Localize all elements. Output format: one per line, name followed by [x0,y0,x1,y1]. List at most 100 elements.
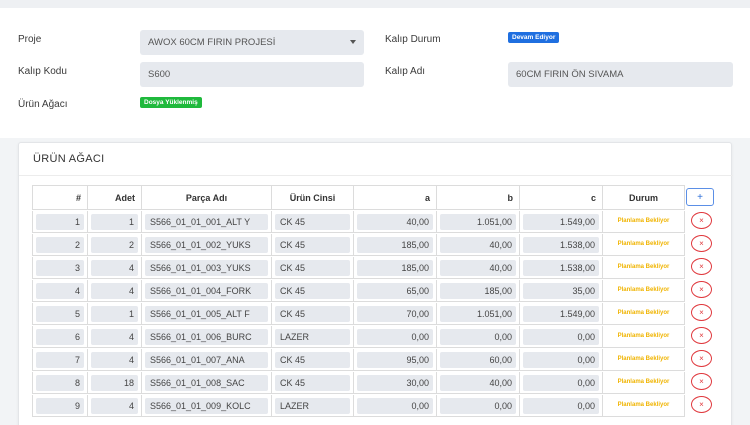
urun-cinsi-field[interactable]: LAZER [275,329,350,345]
row-number[interactable]: 2 [36,237,84,253]
a-field[interactable]: 40,00 [357,214,433,230]
b-field[interactable]: 60,00 [440,352,516,368]
table-row: 9 4 S566_01_01_009_KOLC LAZER 0,00 0,00 0,00 Pl… [32,394,721,417]
row-number[interactable]: 8 [36,375,84,391]
kalip-kodu-field[interactable]: S600 [140,62,364,87]
a-field[interactable]: 70,00 [357,306,433,322]
adet-field[interactable]: 4 [91,352,138,368]
adet-field[interactable]: 1 [91,306,138,322]
a-field[interactable]: 65,00 [357,283,433,299]
b-field[interactable]: 1.051,00 [440,214,516,230]
table-row: 4 4 S566_01_01_004_FORK CK 45 65,00 185,00 35,… [32,279,721,302]
b-field[interactable]: 40,00 [440,237,516,253]
delete-row-button[interactable]: × [691,396,712,413]
b-field[interactable]: 0,00 [440,329,516,345]
row-number[interactable]: 5 [36,306,84,322]
parca-adi-field[interactable]: S566_01_01_009_KOLC [145,398,268,414]
table-cell: S566_01_01_006_BURC [141,326,271,347]
b-field[interactable]: 40,00 [440,375,516,391]
adet-field[interactable]: 1 [91,214,138,230]
table-cell: CK 45 [271,303,353,324]
parca-adi-field[interactable]: S566_01_01_007_ANA [145,352,268,368]
row-number[interactable]: 4 [36,283,84,299]
table-cell: 1.538,00 [519,234,602,255]
parca-adi-field[interactable]: S566_01_01_002_YUKS [145,237,268,253]
a-field[interactable]: 0,00 [357,329,433,345]
urun-cinsi-field[interactable]: LAZER [275,398,350,414]
kalip-durum-badge: Devam Ediyor [508,32,560,43]
table-cell: 0,00 [436,326,519,347]
delete-row-button[interactable]: × [691,327,712,344]
parca-adi-field[interactable]: S566_01_01_004_FORK [145,283,268,299]
add-row-button[interactable]: + [686,188,714,206]
urun-cinsi-field[interactable]: CK 45 [275,214,350,230]
adet-field[interactable]: 2 [91,237,138,253]
table-cell: 1.549,00 [519,211,602,232]
c-field[interactable]: 0,00 [523,329,599,345]
row-number[interactable]: 7 [36,352,84,368]
adet-field[interactable]: 4 [91,329,138,345]
row-number[interactable]: 6 [36,329,84,345]
a-field[interactable]: 185,00 [357,237,433,253]
b-field[interactable]: 1.051,00 [440,306,516,322]
adet-field[interactable]: 18 [91,375,138,391]
table-row: 5 1 S566_01_01_005_ALT F CK 45 70,00 1.051,00… [32,302,721,325]
table-cell: CK 45 [271,280,353,301]
c-field[interactable]: 0,00 [523,398,599,414]
table-row: 1 1 S566_01_01_001_ALT Y CK 45 40,00 1.051,00… [32,210,721,233]
delete-row-button[interactable]: × [691,304,712,321]
table-cell: 4 [87,349,141,370]
delete-row-button[interactable]: × [691,235,712,252]
urun-cinsi-field[interactable]: CK 45 [275,237,350,253]
parca-adi-field[interactable]: S566_01_01_008_SAC [145,375,268,391]
col-header-durum: Durum [602,185,685,210]
c-field[interactable]: 1.538,00 [523,237,599,253]
close-icon: × [699,400,704,409]
row-number[interactable]: 3 [36,260,84,276]
c-field[interactable]: 35,00 [523,283,599,299]
table-cell: 35,00 [519,280,602,301]
table-cell: 65,00 [353,280,436,301]
delete-row-button[interactable]: × [691,373,712,390]
proje-select[interactable]: AWOX 60CM FIRIN PROJESİ [140,30,364,55]
adet-field[interactable]: 4 [91,283,138,299]
b-field[interactable]: 40,00 [440,260,516,276]
row-number[interactable]: 9 [36,398,84,414]
adet-field[interactable]: 4 [91,398,138,414]
c-field[interactable]: 1.549,00 [523,214,599,230]
a-field[interactable]: 185,00 [357,260,433,276]
parca-adi-field[interactable]: S566_01_01_006_BURC [145,329,268,345]
adet-field[interactable]: 4 [91,260,138,276]
a-field[interactable]: 30,00 [357,375,433,391]
parca-adi-field[interactable]: S566_01_01_001_ALT Y [145,214,268,230]
a-field[interactable]: 95,00 [357,352,433,368]
table-cell: S566_01_01_008_SAC [141,372,271,393]
durum-status: Planlama Bekliyor [617,241,670,247]
delete-row-button[interactable]: × [691,212,712,229]
kalip-adi-field[interactable]: 60CM FIRIN ÖN SIVAMA [508,62,733,87]
urun-cinsi-field[interactable]: CK 45 [275,260,350,276]
urun-cinsi-field[interactable]: CK 45 [275,375,350,391]
durum-cell: Planlama Bekliyor [602,395,685,416]
c-field[interactable]: 1.538,00 [523,260,599,276]
row-number[interactable]: 1 [36,214,84,230]
c-field[interactable]: 1.549,00 [523,306,599,322]
c-field[interactable]: 0,00 [523,375,599,391]
urun-cinsi-field[interactable]: CK 45 [275,283,350,299]
c-field[interactable]: 0,00 [523,352,599,368]
table-cell: 70,00 [353,303,436,324]
delete-row-button[interactable]: × [691,258,712,275]
a-field[interactable]: 0,00 [357,398,433,414]
delete-row-button[interactable]: × [691,281,712,298]
parca-adi-field[interactable]: S566_01_01_003_YUKS [145,260,268,276]
urun-cinsi-field[interactable]: CK 45 [275,306,350,322]
b-field[interactable]: 185,00 [440,283,516,299]
urun-cinsi-field[interactable]: CK 45 [275,352,350,368]
table-cell: S566_01_01_007_ANA [141,349,271,370]
table-cell: 4 [87,326,141,347]
table-cell: 9 [32,395,87,416]
b-field[interactable]: 0,00 [440,398,516,414]
kalip-form-panel: Proje AWOX 60CM FIRIN PROJESİ Kalıp Duru… [0,8,750,138]
parca-adi-field[interactable]: S566_01_01_005_ALT F [145,306,268,322]
delete-row-button[interactable]: × [691,350,712,367]
